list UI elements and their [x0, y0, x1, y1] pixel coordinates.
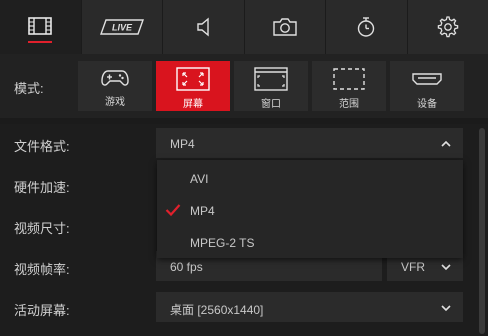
speaker-icon [197, 17, 209, 37]
mode-window-label: 窗口 [261, 99, 281, 110]
gamepad-icon [101, 70, 129, 86]
tab-settings[interactable] [408, 0, 488, 54]
mode-region-button[interactable]: 范围 [312, 61, 386, 111]
mode-device-button[interactable]: 设备 [390, 61, 464, 111]
gear-icon [437, 16, 458, 38]
frame-rate-value: 60 fps [170, 260, 203, 274]
active-screen-label: 活动屏幕: [14, 303, 70, 318]
film-icon [28, 17, 53, 35]
active-screen-value: 桌面 [2560x1440] [170, 303, 264, 317]
file-format-row: 文件格式: MP4 [0, 124, 476, 165]
active-tab-indicator [28, 41, 53, 43]
mode-screen-button[interactable]: 屏幕 [156, 61, 230, 111]
window-icon [254, 67, 288, 91]
active-screen-row: 活动屏幕: 桌面 [2560x1440] [0, 288, 476, 329]
file-format-value: MP4 [170, 137, 195, 151]
tab-timer[interactable] [326, 0, 408, 54]
chevron-down-icon [441, 305, 451, 312]
format-option-label: MP4 [190, 204, 215, 218]
format-option-avi[interactable]: AVI [157, 162, 463, 194]
format-option-mpeg2ts[interactable]: MPEG-2 TS [157, 226, 463, 258]
mode-window-button[interactable]: 窗口 [234, 61, 308, 111]
mode-device-label: 设备 [417, 99, 437, 110]
settings-scrollbar[interactable] [476, 124, 488, 336]
file-format-select[interactable]: MP4 [156, 128, 463, 158]
file-format-label: 文件格式: [14, 139, 70, 154]
live-icon: LIVE [99, 19, 144, 35]
tab-video-record[interactable] [0, 0, 82, 54]
video-size-label: 视频尺寸: [14, 221, 70, 236]
format-option-label: MPEG-2 TS [190, 236, 255, 250]
format-option-label: AVI [190, 172, 209, 186]
scrollbar-thumb[interactable] [479, 128, 485, 334]
camera-icon [273, 18, 297, 36]
region-icon [333, 68, 365, 90]
checkmark-icon [165, 204, 181, 217]
format-option-mp4[interactable]: MP4 [157, 194, 463, 226]
tab-audio[interactable] [163, 0, 245, 54]
mode-screen-label: 屏幕 [183, 99, 203, 110]
mode-game-label: 游戏 [105, 97, 125, 108]
fullscreen-icon [176, 67, 210, 91]
top-tabbar: LIVE [0, 0, 488, 54]
live-icon-text: LIVE [112, 23, 133, 33]
tab-screenshot[interactable] [245, 0, 326, 54]
active-screen-select[interactable]: 桌面 [2560x1440] [156, 292, 463, 322]
hdmi-icon [412, 73, 442, 85]
file-format-dropdown: AVI MP4 MPEG-2 TS [157, 160, 463, 258]
mode-row: 模式: 游戏 屏幕 窗口 范围 设备 [0, 54, 488, 118]
hw-accel-label: 硬件加速: [14, 180, 70, 195]
mode-region-label: 范围 [339, 99, 359, 110]
chevron-down-icon [441, 264, 451, 271]
mode-label: 模式: [14, 81, 44, 96]
tab-live[interactable]: LIVE [82, 0, 163, 54]
chevron-up-icon [441, 140, 451, 147]
stopwatch-icon [358, 17, 375, 37]
frame-rate-label: 视频帧率: [14, 262, 70, 277]
frame-rate-mode-value: VFR [401, 260, 425, 274]
mode-game-button[interactable]: 游戏 [78, 61, 152, 111]
